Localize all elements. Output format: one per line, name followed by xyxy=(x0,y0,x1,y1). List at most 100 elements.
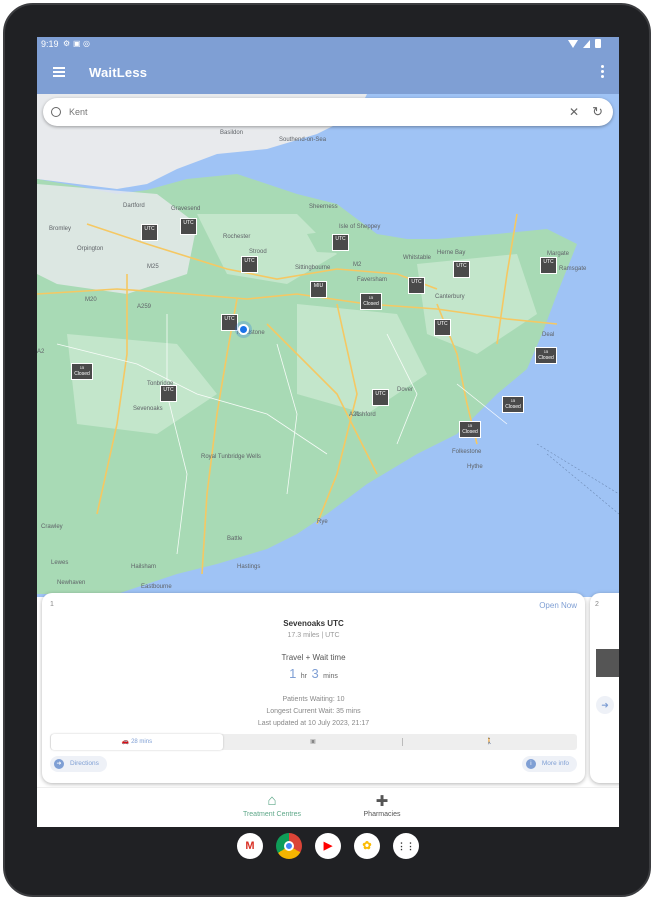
place-label: Rochester xyxy=(223,234,251,240)
battery-icon xyxy=(595,39,601,48)
place-label: Dartford xyxy=(123,203,145,209)
road-label: M20 xyxy=(85,297,97,303)
place-label: Folkestone xyxy=(452,449,482,455)
search-input[interactable] xyxy=(69,104,549,120)
travel-minutes: 3 xyxy=(311,666,319,681)
place-label: Battle xyxy=(227,536,243,542)
open-status: Open Now xyxy=(539,601,577,610)
cross-icon: ✚ xyxy=(375,793,389,810)
place-label: Gravesend xyxy=(171,206,201,212)
map-view[interactable]: Basildon Southend-on-Sea Dartford Graves… xyxy=(37,94,619,597)
map-marker-closed[interactable]: 15 Closed xyxy=(535,347,557,364)
result-cards: 1 Open Now Sevenoaks UTC 17.3 miles | UT… xyxy=(37,590,619,785)
map-marker[interactable]: UTC xyxy=(540,257,557,274)
nav-pharmacies[interactable]: ✚ Pharmacies xyxy=(337,792,427,818)
place-label: Strood xyxy=(249,249,267,255)
place-label: Whitstable xyxy=(403,255,432,261)
place-label: Hastings xyxy=(237,564,261,570)
screen: 9:19 ⚙ ▣ ◎ WaitLess Basildon Southend-on… xyxy=(37,37,619,865)
road-label: A259 xyxy=(137,304,152,310)
travel-mode-selector: 🚗 28 mins ▣ 🚶 xyxy=(50,734,577,750)
bottom-navigation: ⌂ Treatment Centres ✚ Pharmacies xyxy=(37,787,619,827)
place-label: Bromley xyxy=(49,226,72,232)
wifi-icon xyxy=(568,39,578,48)
map-marker[interactable]: MIU xyxy=(310,281,327,298)
signal-icon xyxy=(583,39,590,48)
longest-wait: Longest Current Wait: 35 mins xyxy=(266,708,361,715)
directions-icon[interactable]: ➜ xyxy=(596,696,614,714)
place-label: Hythe xyxy=(467,464,483,470)
centre-name: Sevenoaks UTC xyxy=(283,619,344,628)
map-marker[interactable]: UTC xyxy=(453,261,470,278)
patients-waiting: Patients Waiting: 10 xyxy=(282,696,345,703)
map-marker[interactable]: UTC xyxy=(408,277,425,294)
chrome-icon[interactable] xyxy=(276,833,302,859)
place-label: Canterbury xyxy=(435,294,465,300)
photos-icon[interactable]: ✿ xyxy=(354,833,380,859)
place-label: Orpington xyxy=(77,246,104,252)
walk-icon: 🚶 xyxy=(485,739,494,745)
place-label: Basildon xyxy=(220,130,244,136)
menu-icon[interactable] xyxy=(53,67,65,77)
youtube-icon[interactable]: ▶ xyxy=(315,833,341,859)
map-marker[interactable]: UTC xyxy=(434,319,451,336)
system-dock: M ▶ ✿ ⋮⋮ xyxy=(37,827,619,865)
app-bar: WaitLess xyxy=(37,52,619,94)
status-bar: 9:19 ⚙ ▣ ◎ xyxy=(37,37,619,52)
nav-treatment-centres[interactable]: ⌂ Treatment Centres xyxy=(227,792,317,818)
map-marker[interactable]: UTC xyxy=(221,314,238,331)
tablet-device: 9:19 ⚙ ▣ ◎ WaitLess Basildon Southend-on… xyxy=(0,0,654,900)
mode-bus[interactable]: ▣ xyxy=(225,734,401,750)
gmail-icon[interactable]: M xyxy=(237,833,263,859)
refresh-icon[interactable]: ↻ xyxy=(592,104,603,120)
mode-walk[interactable]: 🚶 xyxy=(402,734,577,750)
overflow-menu-icon[interactable] xyxy=(601,65,605,79)
card-index: 2 xyxy=(595,601,599,608)
place-label: Isle of Sheppey xyxy=(339,224,381,230)
place-label: Herne Bay xyxy=(437,250,466,256)
place-label: Rye xyxy=(317,519,328,525)
map-marker-closed[interactable]: 15 Closed xyxy=(459,421,481,438)
settings-status-icon: ⚙ xyxy=(63,39,71,48)
place-label: Lewes xyxy=(51,560,69,566)
mode-car[interactable]: 🚗 28 mins xyxy=(51,734,223,750)
map-marker[interactable]: UTC xyxy=(241,256,258,273)
travel-hours: 1 xyxy=(289,666,297,681)
place-label: Sevenoaks xyxy=(133,406,163,412)
place-label: Southend-on-Sea xyxy=(279,137,327,143)
map-marker[interactable]: UTC xyxy=(141,224,158,241)
next-card-peek[interactable]: 2 ➜ xyxy=(590,593,619,783)
map-marker[interactable]: UTC xyxy=(372,389,389,406)
card-index: 1 xyxy=(50,601,54,608)
map-canvas xyxy=(37,94,619,597)
place-label: Deal xyxy=(542,332,555,338)
app-title: WaitLess xyxy=(89,65,148,80)
map-marker[interactable]: UTC xyxy=(160,385,177,402)
hospital-icon: ⌂ xyxy=(267,792,277,809)
road-label: M2 xyxy=(353,262,362,268)
search-icon xyxy=(51,107,61,117)
more-info-button[interactable]: i More info xyxy=(521,756,577,772)
map-marker[interactable]: UTC xyxy=(180,218,197,235)
place-label: Ramsgate xyxy=(559,266,587,272)
road-label: A21 xyxy=(349,412,360,418)
place-label: Royal Tunbridge Wells xyxy=(201,454,261,460)
current-location-dot xyxy=(238,324,249,335)
place-label: Hailsham xyxy=(131,564,157,570)
place-label: Faversham xyxy=(357,277,388,283)
treatment-centre-card[interactable]: 1 Open Now Sevenoaks UTC 17.3 miles | UT… xyxy=(42,593,585,783)
hours-unit: hr xyxy=(300,673,307,680)
map-marker[interactable]: UTC xyxy=(332,234,349,251)
shield-status-icon: ▣ xyxy=(73,39,81,48)
car-icon: 🚗 xyxy=(121,739,132,745)
clear-icon[interactable]: ✕ xyxy=(569,105,579,119)
map-marker-closed[interactable]: 15 Closed xyxy=(360,293,382,310)
apps-grid-icon[interactable]: ⋮⋮ xyxy=(393,833,419,859)
place-label: Crawley xyxy=(41,524,63,530)
map-marker-closed[interactable]: 15 Closed xyxy=(71,363,93,380)
directions-icon: ➜ xyxy=(54,759,64,769)
map-marker-closed[interactable]: 15 Closed xyxy=(502,396,524,413)
travel-wait-time: 1 hr 3 mins xyxy=(42,665,585,683)
cast-status-icon: ◎ xyxy=(83,39,90,48)
directions-button[interactable]: ➜ Directions xyxy=(50,756,107,772)
